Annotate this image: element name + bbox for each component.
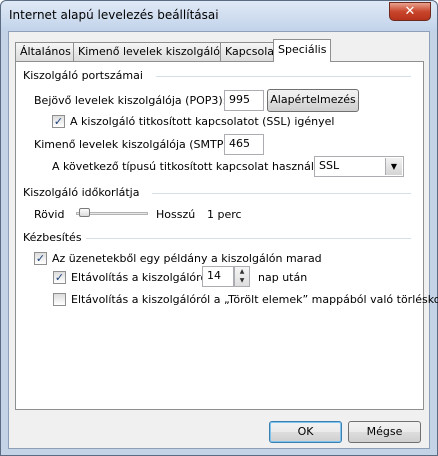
timeout-short-label: Rövid	[34, 208, 65, 221]
remove-after-checkbox[interactable]: ✓	[53, 271, 66, 284]
delivery-separator	[86, 238, 411, 239]
remove-after-days-input[interactable]: 14	[202, 266, 234, 287]
remove-after-label: Eltávolítás a kiszolgálóról	[71, 271, 211, 284]
title-bar[interactable]: Internet alapú levelezés beállításai ✕	[1, 1, 437, 31]
ssl-required-checkbox[interactable]: ✓	[52, 115, 65, 128]
checkmark-icon: ✓	[53, 115, 64, 128]
encryption-type-value: SSL	[319, 159, 340, 172]
checkmark-icon: ✓	[35, 252, 46, 265]
tab-advanced[interactable]: Speciális	[273, 39, 332, 62]
timeout-separator	[152, 193, 411, 194]
leave-copy-checkbox[interactable]: ✓	[34, 252, 47, 265]
window-title: Internet alapú levelezés beállításai	[9, 8, 219, 22]
remove-after-unit: nap után	[258, 271, 308, 284]
cancel-button[interactable]: Mégse	[348, 421, 421, 443]
pop3-port-input[interactable]: 995	[224, 90, 264, 111]
checkmark-icon: ✓	[54, 271, 65, 284]
timeout-value: 1 perc	[207, 208, 242, 221]
spin-up-icon[interactable]: ▲	[235, 267, 249, 276]
tab-general[interactable]: Általános	[15, 42, 76, 61]
dialog-client: Általános Kimenő levelek kiszolgálója Ka…	[8, 31, 438, 449]
timeout-section-title: Kiszolgáló időkorlátja	[23, 186, 140, 199]
close-icon: ✕	[404, 4, 416, 19]
timeout-long-label: Hosszú	[156, 208, 196, 221]
remove-deleted-label: Eltávolítás a kiszolgálóról a „Törölt el…	[71, 293, 438, 306]
ports-section-title: Kiszolgáló portszámai	[23, 69, 143, 82]
dialog-window: Internet alapú levelezés beállításai ✕ Á…	[0, 0, 438, 456]
ok-button[interactable]: OK	[269, 421, 342, 443]
leave-copy-label: Az üzenetekből egy példány a kiszolgálón…	[52, 252, 322, 265]
remove-after-days-spinner[interactable]: ▲ ▼	[234, 266, 250, 287]
encryption-type-label: A következő típusú titkosított kapcsolat…	[52, 160, 336, 173]
ports-separator	[156, 76, 411, 77]
tab-panel-advanced: Kiszolgáló portszámai Bejövő levelek kis…	[15, 61, 438, 410]
ssl-required-label: A kiszolgáló titkosított kapcsolatot (SS…	[70, 115, 335, 128]
spin-down-icon[interactable]: ▼	[235, 276, 249, 285]
smtp-label: Kimenő levelek kiszolgálója (SMTP):	[34, 138, 232, 151]
delivery-section-title: Kézbesítés	[23, 231, 82, 244]
smtp-port-input[interactable]: 465	[224, 134, 264, 155]
close-button[interactable]: ✕	[389, 2, 431, 21]
chevron-down-icon[interactable]: ▼	[385, 158, 402, 175]
encryption-type-select[interactable]: SSL ▼	[314, 156, 404, 177]
remove-deleted-checkbox[interactable]	[53, 293, 66, 306]
restore-defaults-button[interactable]: Alapértelmezés	[267, 89, 359, 112]
pop3-label: Bejövő levelek kiszolgálója (POP3):	[34, 94, 227, 107]
timeout-slider-thumb[interactable]	[79, 208, 91, 217]
tab-outgoing-server[interactable]: Kimenő levelek kiszolgálója	[73, 42, 235, 61]
